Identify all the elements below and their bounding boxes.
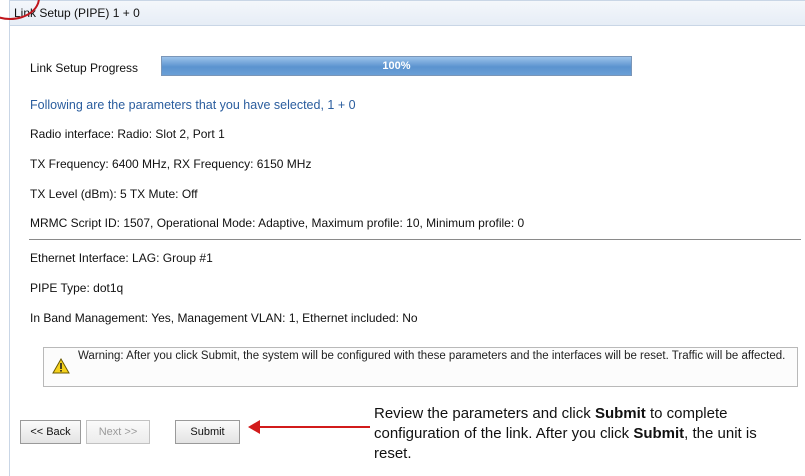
param-ethernet-interface: Ethernet Interface: LAG: Group #1 xyxy=(30,251,213,265)
progress-bar: 100% xyxy=(161,56,632,76)
warning-text: Warning: After you click Submit, the sys… xyxy=(78,350,786,362)
warning-icon xyxy=(52,358,70,374)
divider xyxy=(29,239,801,240)
callout-annotation: Review the parameters and click Submit t… xyxy=(374,404,784,464)
parameters-heading: Following are the parameters that you ha… xyxy=(30,98,356,112)
annotation-bold-submit-1: Submit xyxy=(594,405,646,422)
back-button[interactable]: << Back xyxy=(20,420,81,444)
submit-button[interactable]: Submit xyxy=(175,420,240,444)
param-tx-level: TX Level (dBm): 5 TX Mute: Off xyxy=(30,187,198,201)
panel-titlebar: Link Setup (PIPE) 1 + 0 xyxy=(10,0,805,26)
warning-box: Warning: After you click Submit, the sys… xyxy=(43,347,798,387)
annotation-text-1: Review the parameters and click xyxy=(374,405,595,422)
param-in-band-management: In Band Management: Yes, Management VLAN… xyxy=(30,311,418,325)
progress-text: 100% xyxy=(382,60,411,72)
callout-arrow-line xyxy=(258,426,370,428)
progress-label: Link Setup Progress xyxy=(30,61,139,75)
param-radio-interface: Radio interface: Radio: Slot 2, Port 1 xyxy=(30,127,225,141)
annotation-bold-submit-2: Submit xyxy=(633,425,685,442)
param-pipe-type: PIPE Type: dot1q xyxy=(30,281,124,295)
param-frequency: TX Frequency: 6400 MHz, RX Frequency: 61… xyxy=(30,157,312,171)
param-mrmc-script: MRMC Script ID: 1507, Operational Mode: … xyxy=(30,216,525,230)
next-button[interactable]: Next >> xyxy=(86,420,150,444)
